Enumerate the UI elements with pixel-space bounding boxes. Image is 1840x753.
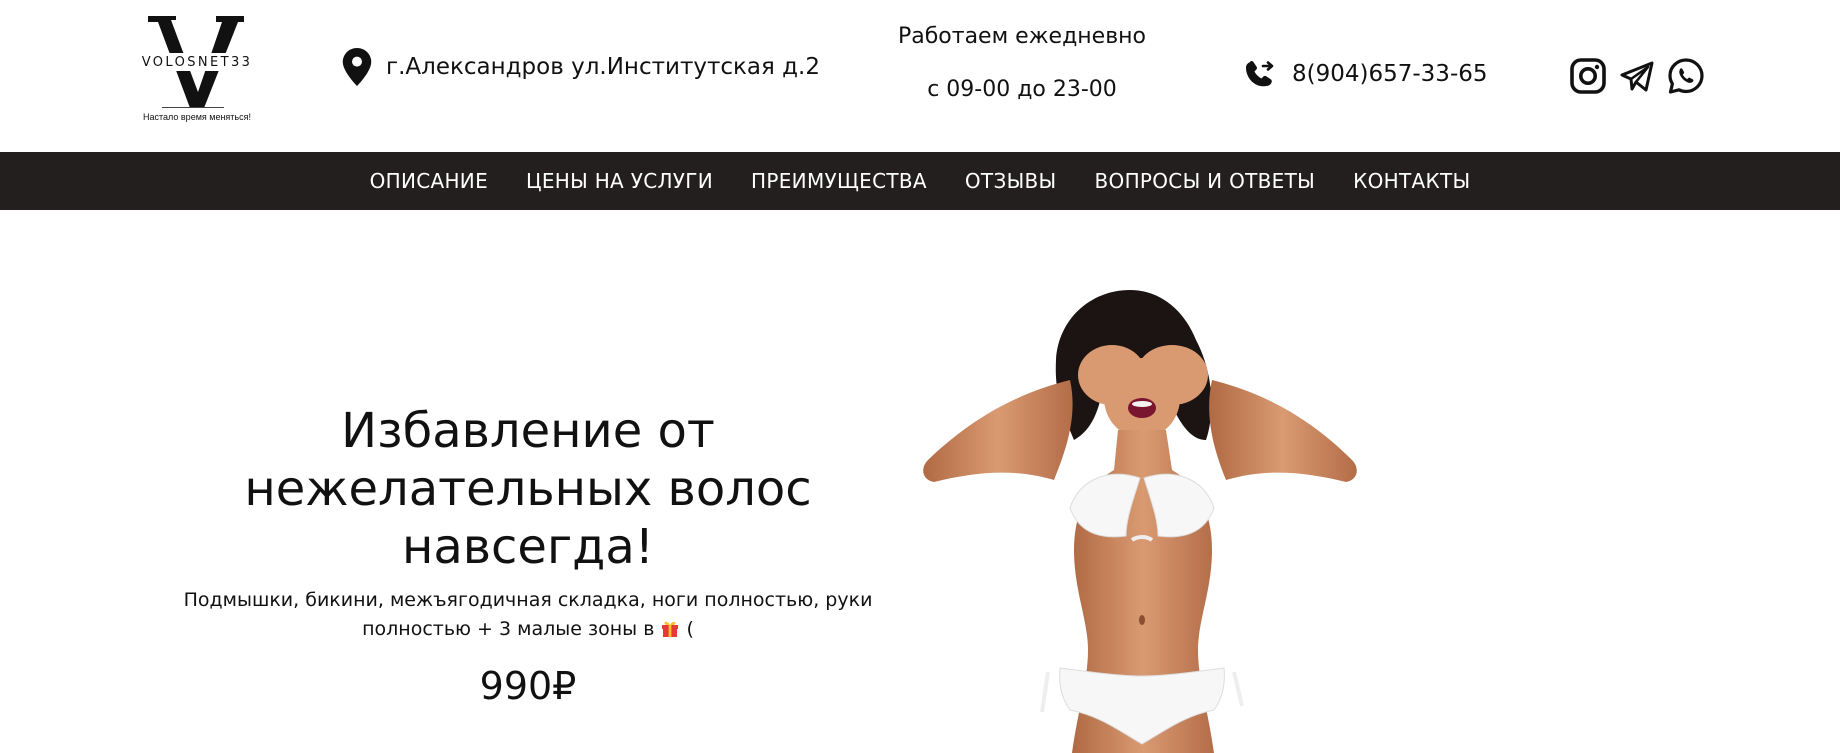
- social-links: [1568, 56, 1715, 96]
- logo[interactable]: VOLOSNET33 Настало время меняться!: [136, 14, 256, 126]
- nav-item-advantages[interactable]: ПРЕИМУЩЕСТВА: [751, 169, 927, 193]
- nav-item-prices[interactable]: ЦЕНЫ НА УСЛУГИ: [526, 169, 713, 193]
- hero-title-line: навсегда!: [401, 519, 655, 575]
- hero-title-line: Избавление от: [341, 403, 715, 459]
- logo-brand-text: VOLOSNET33: [141, 55, 253, 70]
- logo-slogan: Настало время меняться!: [143, 112, 251, 122]
- hero-subtitle-line: Подмышки, бикини, межъягодичная складка,…: [183, 589, 873, 611]
- phone-block[interactable]: 8(904)657-33-65: [1244, 58, 1488, 90]
- nav-item-contacts[interactable]: КОНТАКТЫ: [1353, 169, 1470, 193]
- phone-number[interactable]: 8(904)657-33-65: [1292, 61, 1488, 87]
- map-pin-icon: [342, 48, 372, 86]
- hero-subtitle: Подмышки, бикини, межъягодичная складка,…: [168, 586, 888, 644]
- hero-subtitle-line: полностью + 3 малые зоны в (: [362, 618, 694, 640]
- hours-line-2: с 09-00 до 23-00: [927, 77, 1117, 102]
- site-header: VOLOSNET33 Настало время меняться! г.Але…: [0, 0, 1840, 152]
- telegram-icon[interactable]: [1617, 56, 1657, 96]
- hero-title: Избавление от нежелательных волос навсег…: [168, 402, 888, 576]
- instagram-icon[interactable]: [1568, 56, 1608, 96]
- hero-title-line: нежелательных волос: [244, 461, 812, 517]
- nav-item-reviews[interactable]: ОТЗЫВЫ: [965, 169, 1057, 193]
- phone-forward-icon: [1246, 61, 1274, 87]
- hours-line-1: Работаем ежедневно: [897, 24, 1147, 49]
- whatsapp-icon[interactable]: [1666, 56, 1706, 96]
- address-block: г.Александров ул.Институтская д.2: [342, 48, 820, 86]
- nav-item-faq[interactable]: ВОПРОСЫ И ОТВЕТЫ: [1095, 169, 1316, 193]
- address-text: г.Александров ул.Институтская д.2: [386, 54, 820, 80]
- logo-divider: [162, 107, 224, 108]
- hero-price: 990₽: [479, 664, 577, 708]
- nav-item-description[interactable]: ОПИСАНИЕ: [370, 169, 488, 193]
- hero-model-image: [923, 290, 1357, 753]
- working-hours: Работаем ежедневно с 09-00 до 23-00: [860, 24, 1184, 102]
- main-nav: ОПИСАНИЕ ЦЕНЫ НА УСЛУГИ ПРЕИМУЩЕСТВА ОТЗ…: [0, 152, 1840, 210]
- gift-icon: [662, 621, 679, 637]
